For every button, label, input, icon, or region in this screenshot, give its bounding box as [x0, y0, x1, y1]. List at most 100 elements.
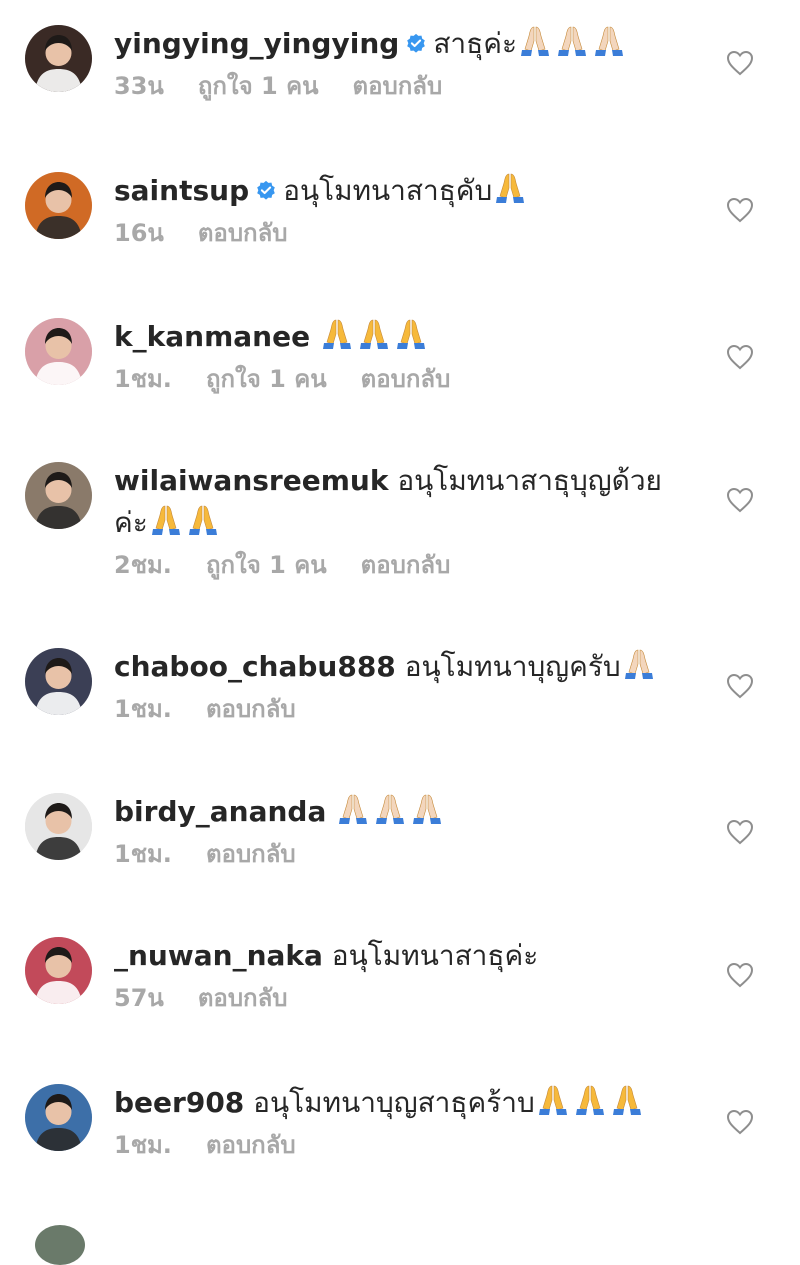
comment-time: 2ชม.	[114, 551, 172, 579]
comment-row: beer908 อนุโมทนาบุญสาธุคร้าบ 1ชม. ตอบกลับ	[0, 1084, 800, 1204]
comment-text: yingying_yingying สาธุค่ะ	[114, 23, 674, 65]
reply-link[interactable]: ตอบกลับ	[206, 1131, 296, 1159]
folded-hands-emoji	[535, 1082, 571, 1118]
username-link[interactable]: beer908	[114, 1086, 244, 1119]
folded-hands-emoji	[591, 23, 627, 59]
folded-hands-emoji	[319, 316, 355, 352]
comment-row: chaboo_chabu888 อนุโมทนาบุญครับ 1ชม. ตอบก…	[0, 648, 800, 768]
verified-badge-icon	[405, 25, 427, 53]
folded-hands-emoji	[621, 646, 657, 682]
reply-link[interactable]: ตอบกลับ	[206, 695, 296, 723]
comment-row: wilaiwansreemuk อนุโมทนาสาธุบุญด้วยค่ะ 2…	[0, 462, 800, 582]
avatar[interactable]	[25, 318, 92, 385]
reply-link[interactable]: ตอบกลับ	[206, 840, 296, 868]
comment-time: 1ชม.	[114, 365, 172, 393]
comment-message: อนุโมทนาบุญครับ	[395, 650, 621, 683]
avatar[interactable]	[25, 1084, 92, 1151]
comment-body: _nuwan_naka อนุโมทนาสาธุค่ะ 57น ตอบกลับ	[114, 935, 674, 1013]
like-heart-icon[interactable]	[726, 50, 754, 76]
comment-meta: 57น ตอบกลับ	[114, 983, 674, 1013]
username-link[interactable]: k_kanmanee	[114, 320, 310, 353]
comment-body: saintsup อนุโมทนาสาธุคับ 16น ตอบกลับ	[114, 170, 674, 248]
like-heart-icon[interactable]	[726, 819, 754, 845]
username-link[interactable]: chaboo_chabu888	[114, 650, 396, 683]
comment-body: chaboo_chabu888 อนุโมทนาบุญครับ 1ชม. ตอบก…	[114, 646, 674, 724]
comment-message	[326, 795, 335, 828]
comment-meta: 1ชม. ตอบกลับ	[114, 1130, 674, 1160]
comment-message: อนุโมทนาสาธุคับ	[283, 174, 493, 207]
comment-meta: 1ชม. ถูกใจ 1 คน ตอบกลับ	[114, 364, 674, 394]
username-link[interactable]: saintsup	[114, 174, 249, 207]
comment-body: yingying_yingying สาธุค่ะ 33น ถูกใจ 1 คน ต…	[114, 23, 674, 101]
like-heart-icon[interactable]	[726, 487, 754, 513]
comment-row: saintsup อนุโมทนาสาธุคับ 16น ตอบกลับ	[0, 172, 800, 292]
comment-text: wilaiwansreemuk อนุโมทนาสาธุบุญด้วยค่ะ	[114, 460, 674, 544]
comment-body: k_kanmanee 1ชม. ถูกใจ 1 คน ตอบกลับ	[114, 316, 674, 394]
avatar[interactable]	[35, 1225, 85, 1265]
comment-row: _nuwan_naka อนุโมทนาสาธุค่ะ 57น ตอบกลับ	[0, 937, 800, 1057]
avatar[interactable]	[25, 462, 92, 529]
comment-message: อนุโมทนาสาธุค่ะ	[322, 939, 539, 972]
folded-hands-emoji	[517, 23, 553, 59]
comment-time: 33น	[114, 72, 164, 100]
folded-hands-emoji	[393, 316, 429, 352]
comment-time: 57น	[114, 984, 164, 1012]
like-heart-icon[interactable]	[726, 673, 754, 699]
comment-message: อนุโมทนาบุญสาธุคร้าบ	[244, 1086, 535, 1119]
folded-hands-emoji	[335, 791, 371, 827]
reply-link[interactable]: ตอบกลับ	[361, 551, 451, 579]
comment-row: yingying_yingying สาธุค่ะ 33น ถูกใจ 1 คน ต…	[0, 25, 800, 145]
folded-hands-emoji	[372, 791, 408, 827]
comment-row: birdy_ananda 1ชม. ตอบกลับ	[0, 793, 800, 913]
comment-time: 1ชม.	[114, 1131, 172, 1159]
comment-meta: 1ชม. ตอบกลับ	[114, 694, 674, 724]
comment-text: _nuwan_naka อนุโมทนาสาธุค่ะ	[114, 935, 674, 977]
comment-meta: 16น ตอบกลับ	[114, 218, 674, 248]
folded-hands-emoji	[185, 502, 221, 538]
reply-link[interactable]: ตอบกลับ	[198, 984, 288, 1012]
comment-body: birdy_ananda 1ชม. ตอบกลับ	[114, 791, 674, 869]
comment-text: birdy_ananda	[114, 791, 674, 833]
username-link[interactable]: _nuwan_naka	[114, 939, 323, 972]
avatar[interactable]	[25, 172, 92, 239]
folded-hands-emoji	[148, 502, 184, 538]
likes-count-link[interactable]: ถูกใจ 1 คน	[198, 72, 319, 100]
avatar[interactable]	[25, 793, 92, 860]
comment-body: wilaiwansreemuk อนุโมทนาสาธุบุญด้วยค่ะ 2…	[114, 460, 674, 580]
comment-text: chaboo_chabu888 อนุโมทนาบุญครับ	[114, 646, 674, 688]
avatar[interactable]	[25, 648, 92, 715]
folded-hands-emoji	[609, 1082, 645, 1118]
like-heart-icon[interactable]	[726, 1109, 754, 1135]
comment-meta: 2ชม. ถูกใจ 1 คน ตอบกลับ	[114, 550, 674, 580]
folded-hands-emoji	[409, 791, 445, 827]
like-heart-icon[interactable]	[726, 962, 754, 988]
username-link[interactable]: wilaiwansreemuk	[114, 464, 388, 497]
folded-hands-emoji	[554, 23, 590, 59]
reply-link[interactable]: ตอบกลับ	[198, 219, 288, 247]
likes-count-link[interactable]: ถูกใจ 1 คน	[206, 365, 327, 393]
folded-hands-emoji	[492, 170, 528, 206]
comment-message	[310, 320, 319, 353]
comment-time: 1ชม.	[114, 695, 172, 723]
like-heart-icon[interactable]	[726, 197, 754, 223]
comment-meta: 33น ถูกใจ 1 คน ตอบกลับ	[114, 71, 674, 101]
comment-text: saintsup อนุโมทนาสาธุคับ	[114, 170, 674, 212]
avatar[interactable]	[25, 937, 92, 1004]
comment-meta: 1ชม. ตอบกลับ	[114, 839, 674, 869]
comment-text: beer908 อนุโมทนาบุญสาธุคร้าบ	[114, 1082, 674, 1124]
comment-time: 1ชม.	[114, 840, 172, 868]
username-link[interactable]: birdy_ananda	[114, 795, 326, 828]
username-link[interactable]: yingying_yingying	[114, 27, 399, 60]
comment-message: สาธุค่ะ	[433, 27, 517, 60]
comment-body: beer908 อนุโมทนาบุญสาธุคร้าบ 1ชม. ตอบกลับ	[114, 1082, 674, 1160]
folded-hands-emoji	[572, 1082, 608, 1118]
like-heart-icon[interactable]	[726, 344, 754, 370]
reply-link[interactable]: ตอบกลับ	[361, 365, 451, 393]
folded-hands-emoji	[356, 316, 392, 352]
avatar[interactable]	[25, 25, 92, 92]
verified-badge-icon	[255, 172, 277, 200]
reply-link[interactable]: ตอบกลับ	[353, 72, 443, 100]
comment-time: 16น	[114, 219, 164, 247]
likes-count-link[interactable]: ถูกใจ 1 คน	[206, 551, 327, 579]
comment-text: k_kanmanee	[114, 316, 674, 358]
